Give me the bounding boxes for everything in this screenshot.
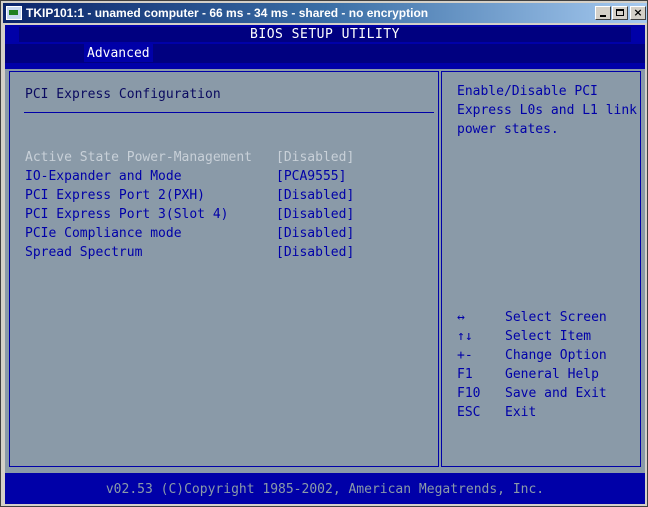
bios-screen: BIOS SETUP UTILITY Advanced PCI Express … (5, 25, 645, 504)
arrows-ud-icon: ↑↓ (457, 329, 473, 344)
setting-label: PCIe Compliance mode (25, 226, 182, 241)
setting-spread-spectrum[interactable]: Spread Spectrum [Disabled] (25, 243, 354, 262)
maximize-icon (616, 9, 624, 16)
setting-aspm: Active State Power-Management [Disabled] (25, 148, 354, 167)
close-icon: × (633, 6, 643, 19)
setting-label: Spread Spectrum (25, 245, 143, 260)
key-desc: Save and Exit (505, 386, 607, 401)
esc-key: ESC (457, 405, 481, 420)
arrows-lr-icon: ↔ (457, 310, 465, 325)
help-text: Enable/Disable PCI Express L0s and L1 li… (457, 84, 638, 137)
setting-pcie-compliance[interactable]: PCIe Compliance mode [Disabled] (25, 224, 354, 243)
app-icon (6, 6, 22, 20)
setting-value[interactable]: [PCA9555] (276, 167, 346, 186)
setting-label: PCI Express Port 3(Slot 4) (25, 207, 229, 222)
setting-label: PCI Express Port 2(PXH) (25, 188, 206, 203)
key-desc: Change Option (505, 348, 607, 363)
title-bar[interactable]: TKIP101:1 - unamed computer - 66 ms - 34… (3, 3, 647, 23)
setting-value[interactable]: [Disabled] (276, 243, 354, 262)
f1-key: F1 (457, 367, 473, 382)
window-title: TKIP101:1 - unamed computer - 66 ms - 34… (26, 6, 429, 20)
setting-pcie-port3[interactable]: PCI Express Port 3(Slot 4) [Disabled] (25, 205, 354, 224)
setting-label: Active State Power-Management (25, 150, 252, 165)
plus-minus-key: +- (457, 348, 473, 363)
setting-value[interactable]: [Disabled] (276, 205, 354, 224)
f10-key: F10 (457, 386, 481, 401)
key-desc: Select Screen (505, 310, 607, 325)
help-pane: Enable/Disable PCI Express L0s and L1 li… (441, 71, 641, 467)
key-desc: Select Item (505, 329, 592, 344)
minimize-button[interactable] (595, 6, 611, 20)
remote-window: TKIP101:1 - unamed computer - 66 ms - 34… (0, 0, 648, 507)
setting-value[interactable]: [Disabled] (276, 186, 354, 205)
section-title: PCI Express Configuration (25, 87, 221, 102)
maximize-button[interactable] (612, 6, 628, 20)
setting-value[interactable]: [Disabled] (276, 224, 354, 243)
key-desc: General Help (505, 367, 599, 382)
bios-title: BIOS SETUP UTILITY (250, 27, 400, 42)
setting-label: IO-Expander and Mode (25, 169, 182, 184)
bios-main: PCI Express Configuration Active State P… (5, 69, 645, 473)
bios-header: BIOS SETUP UTILITY Advanced (5, 25, 645, 63)
setting-pcie-port2[interactable]: PCI Express Port 2(PXH) [Disabled] (25, 186, 354, 205)
settings-pane: PCI Express Configuration Active State P… (9, 71, 439, 467)
minimize-icon (600, 15, 606, 17)
copyright-footer: v02.53 (C)Copyright 1985-2002, American … (5, 475, 645, 504)
tab-advanced[interactable]: Advanced (84, 44, 153, 62)
setting-io-expander[interactable]: IO-Expander and Mode [PCA9555] (25, 167, 346, 186)
close-button[interactable]: × (630, 6, 646, 20)
section-divider (24, 112, 434, 113)
key-desc: Exit (505, 405, 537, 420)
setting-value: [Disabled] (276, 150, 355, 165)
